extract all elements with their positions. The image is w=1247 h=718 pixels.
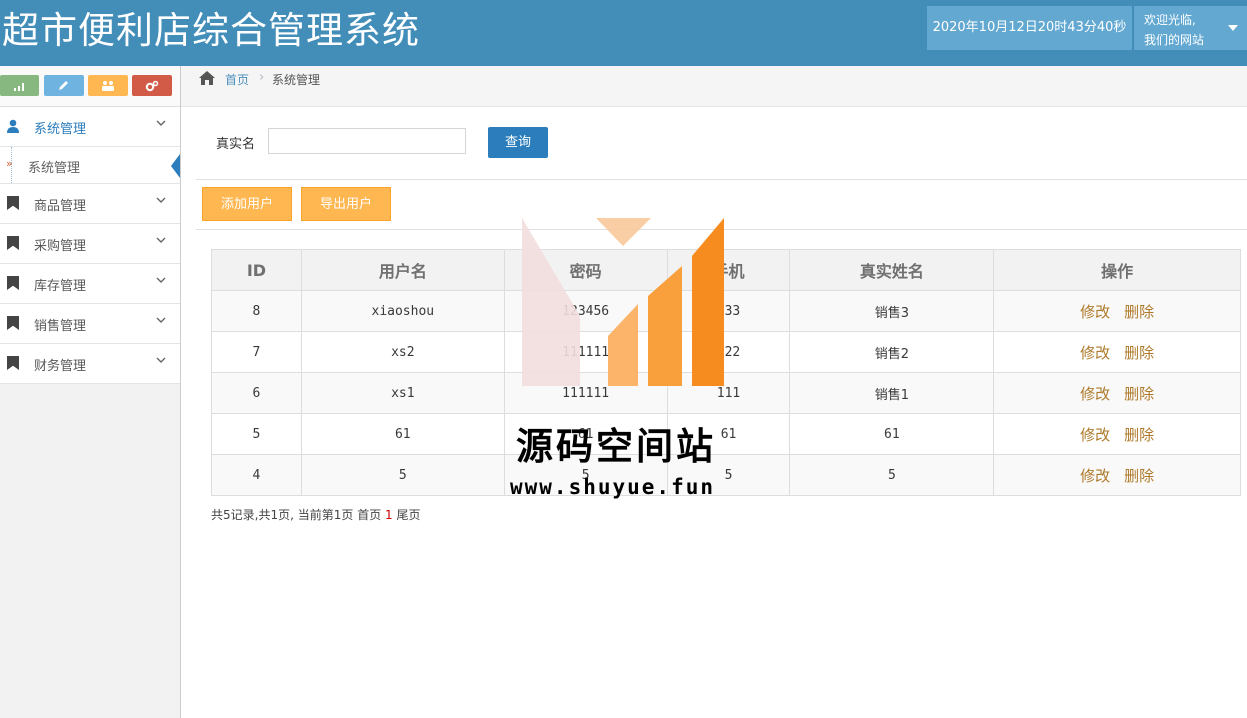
cell-realname: 销售3: [789, 290, 995, 332]
users-icon: [102, 81, 114, 91]
sidebar-subitem-label: 系统管理: [28, 161, 81, 176]
cell-id: 6: [211, 372, 302, 414]
bookmark-icon: [7, 316, 19, 330]
double-angle-right-icon: »: [6, 157, 13, 170]
search-button[interactable]: 查询: [488, 127, 548, 158]
search-label: 真实名: [216, 137, 256, 152]
last-page-link[interactable]: 尾页: [397, 508, 421, 522]
breadcrumb-home-link[interactable]: 首页: [225, 71, 249, 88]
cell-actions: 修改 删除: [993, 372, 1241, 414]
cell-username: xs1: [300, 372, 505, 414]
sidebar-item-system[interactable]: 系统管理: [0, 107, 180, 147]
column-header-actions: 操作: [993, 249, 1241, 291]
cell-username: xiaoshou: [300, 290, 505, 332]
cell-realname: 61: [789, 413, 995, 455]
sidebar-item-label: 采购管理: [34, 239, 87, 254]
delete-link[interactable]: 删除: [1124, 426, 1154, 444]
sidebar-item-label: 财务管理: [34, 359, 87, 374]
user-icon: [7, 119, 19, 133]
active-pointer: [171, 154, 180, 178]
sidebar-menu: 系统管理 » 系统管理 商品管理 采购管理 库存管理 销售管理 财务管理: [0, 107, 180, 384]
chevron-down-icon: [156, 317, 166, 323]
watermark-bars-icon: [522, 218, 724, 386]
shortcut-cogs-button[interactable]: [132, 75, 172, 96]
app-title: 超市便利店综合管理系统: [2, 9, 420, 52]
current-datetime: 2020年10月12日20时43分40秒: [927, 6, 1132, 50]
edit-link[interactable]: 修改: [1080, 467, 1110, 485]
sidebar-item-label: 系统管理: [34, 122, 87, 137]
pagination: 共5记录,共1页, 当前第1页 首页 1 尾页: [211, 506, 421, 523]
cell-actions: 修改 删除: [993, 413, 1241, 455]
chevron-down-icon: [156, 120, 166, 126]
column-header-username: 用户名: [300, 249, 505, 291]
cell-realname: 5: [789, 454, 995, 496]
sidebar-subitem-system[interactable]: » 系统管理: [0, 147, 180, 184]
cell-actions: 修改 删除: [993, 454, 1241, 496]
delete-link[interactable]: 删除: [1124, 385, 1154, 403]
export-users-button[interactable]: 导出用户: [301, 187, 391, 221]
cell-id: 7: [211, 331, 302, 373]
watermark-text: 源码空间站: [516, 425, 716, 468]
realname-search-input[interactable]: [268, 128, 466, 154]
cell-id: 4: [211, 454, 302, 496]
sidebar-item-products[interactable]: 商品管理: [0, 184, 180, 224]
current-page-number: 1: [385, 508, 393, 522]
user-menu[interactable]: 欢迎光临, 我们的网站: [1134, 6, 1247, 50]
chevron-down-icon: [156, 197, 166, 203]
first-page-link[interactable]: 首页: [357, 508, 381, 522]
cell-id: 8: [211, 290, 302, 332]
top-header: 超市便利店综合管理系统 2020年10月12日20时43分40秒 欢迎光临, 我…: [0, 0, 1247, 66]
sidebar-item-sales[interactable]: 销售管理: [0, 304, 180, 344]
cell-realname: 销售2: [789, 331, 995, 373]
breadcrumb-current: 系统管理: [272, 73, 321, 87]
column-header-id: ID: [211, 249, 302, 291]
column-header-realname: 真实姓名: [789, 249, 995, 291]
shortcut-pencil-button[interactable]: [44, 75, 84, 96]
chevron-down-icon: [156, 277, 166, 283]
sidebar-item-label: 库存管理: [34, 279, 87, 294]
shortcut-signal-button[interactable]: [0, 75, 39, 96]
chevron-down-icon: [156, 357, 166, 363]
cell-realname: 销售1: [789, 372, 995, 414]
cell-id: 5: [211, 413, 302, 455]
sidebar-item-label: 销售管理: [34, 319, 87, 334]
cell-actions: 修改 删除: [993, 331, 1241, 373]
sidebar-shortcuts: [0, 66, 180, 107]
shortcut-users-button[interactable]: [88, 75, 128, 96]
watermark-logo: 源码空间站 www.shuyue.fun: [508, 216, 744, 506]
breadcrumb: 首页 › 系统管理: [181, 66, 1247, 107]
bookmark-icon: [7, 236, 19, 250]
delete-link[interactable]: 删除: [1124, 303, 1154, 321]
pencil-icon: [59, 81, 68, 90]
add-user-button[interactable]: 添加用户: [202, 187, 292, 221]
delete-link[interactable]: 删除: [1124, 344, 1154, 362]
edit-link[interactable]: 修改: [1080, 344, 1110, 362]
welcome-line2: 我们的网站: [1144, 33, 1205, 47]
chevron-down-icon: [156, 237, 166, 243]
watermark-url: www.shuyue.fun: [510, 475, 716, 499]
cell-username: xs2: [300, 331, 505, 373]
sidebar: 系统管理 » 系统管理 商品管理 采购管理 库存管理 销售管理 财务管理: [0, 66, 181, 718]
edit-link[interactable]: 修改: [1080, 303, 1110, 321]
bookmark-icon: [7, 356, 19, 370]
breadcrumb-separator: ›: [259, 70, 265, 85]
welcome-line1: 欢迎光临,: [1144, 13, 1196, 27]
sidebar-item-finance[interactable]: 财务管理: [0, 344, 180, 384]
cogs-icon: [145, 80, 159, 92]
pagination-summary: 共5记录,共1页, 当前第1页: [211, 508, 354, 522]
bookmark-icon: [7, 196, 19, 210]
sidebar-item-purchasing[interactable]: 采购管理: [0, 224, 180, 264]
delete-link[interactable]: 删除: [1124, 467, 1154, 485]
home-icon[interactable]: [198, 70, 216, 86]
sidebar-item-label: 商品管理: [34, 199, 87, 214]
caret-down-icon[interactable]: [1228, 25, 1238, 31]
cell-username: 5: [300, 454, 505, 496]
sidebar-item-inventory[interactable]: 库存管理: [0, 264, 180, 304]
cell-actions: 修改 删除: [993, 290, 1241, 332]
edit-link[interactable]: 修改: [1080, 426, 1110, 444]
edit-link[interactable]: 修改: [1080, 385, 1110, 403]
cell-username: 61: [300, 413, 505, 455]
bookmark-icon: [7, 276, 19, 290]
signal-icon: [13, 83, 24, 91]
